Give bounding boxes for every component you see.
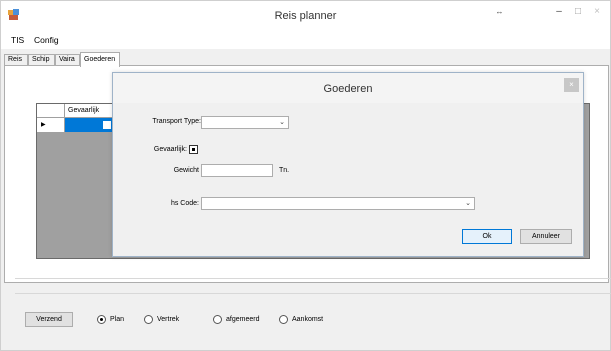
checkbox-mark-icon bbox=[192, 148, 195, 151]
transport-type-label: Transport Type: bbox=[152, 118, 201, 125]
gewicht-unit: Tn. bbox=[279, 167, 290, 174]
dialog-close-button[interactable]: × bbox=[564, 78, 579, 92]
main-window: Reis planner ↔ – □ × TIS Config Reis Sch… bbox=[0, 0, 611, 351]
goederen-dialog: Goederen × Transport Type: ⌄ Gevaarlijk:… bbox=[112, 72, 584, 257]
gevaarlijk-checkbox[interactable] bbox=[189, 145, 198, 154]
dialog-title: Goederen bbox=[323, 83, 373, 95]
hs-code-combo[interactable]: ⌄ bbox=[201, 197, 475, 210]
bottom-panel: Verzend Plan Vertrek afgemeerd Aankomst bbox=[15, 293, 611, 338]
verzend-button[interactable]: Verzend bbox=[25, 312, 73, 327]
grid-cell-gevaarlijk[interactable] bbox=[65, 118, 115, 132]
grid-column-header-gevaarlijk[interactable]: Gevaarlijk bbox=[65, 104, 115, 118]
tab-goederen[interactable]: Goederen bbox=[80, 52, 120, 67]
window-title: Reis planner bbox=[274, 10, 337, 22]
gewicht-input[interactable] bbox=[201, 164, 273, 177]
divider bbox=[15, 278, 611, 279]
radio-plan-label[interactable]: Plan bbox=[110, 316, 124, 323]
minimize-button[interactable]: – bbox=[549, 5, 569, 21]
radio-afgemeerd[interactable] bbox=[213, 315, 222, 324]
dialog-title-bar[interactable]: Goederen × bbox=[113, 73, 583, 103]
chevron-down-icon[interactable]: ⌄ bbox=[465, 199, 471, 207]
grid-cell-checkbox[interactable] bbox=[103, 121, 111, 129]
annuleer-button[interactable]: Annuleer bbox=[520, 229, 572, 244]
menu-item-config[interactable]: Config bbox=[34, 35, 59, 45]
gewicht-label: Gewicht bbox=[173, 167, 199, 174]
grid-row-indicator-icon[interactable]: ▶ bbox=[37, 118, 65, 132]
hs-code-label: hs Code: bbox=[170, 200, 199, 207]
menu-item-tis[interactable]: TIS bbox=[11, 35, 24, 45]
chevron-down-icon[interactable]: ⌄ bbox=[279, 118, 285, 126]
title-bar[interactable]: Reis planner ↔ – □ × bbox=[1, 1, 610, 31]
menu-bar: TIS Config bbox=[1, 31, 610, 49]
radio-vertrek[interactable] bbox=[144, 315, 153, 324]
ok-button[interactable]: Ok bbox=[462, 229, 512, 244]
radio-selected-dot-icon bbox=[100, 318, 103, 321]
gevaarlijk-label: Gevaarlijk: bbox=[153, 146, 187, 153]
resize-arrows-icon[interactable]: ↔ bbox=[489, 5, 509, 21]
grid-corner bbox=[37, 104, 65, 118]
radio-plan[interactable] bbox=[97, 315, 106, 324]
radio-vertrek-label[interactable]: Vertrek bbox=[157, 316, 179, 323]
close-button[interactable]: × bbox=[587, 5, 607, 21]
radio-aankomst[interactable] bbox=[279, 315, 288, 324]
radio-afgemeerd-label[interactable]: afgemeerd bbox=[226, 316, 259, 323]
maximize-button[interactable]: □ bbox=[568, 5, 588, 21]
radio-aankomst-label[interactable]: Aankomst bbox=[292, 316, 323, 323]
transport-type-combo[interactable]: ⌄ bbox=[201, 116, 289, 129]
